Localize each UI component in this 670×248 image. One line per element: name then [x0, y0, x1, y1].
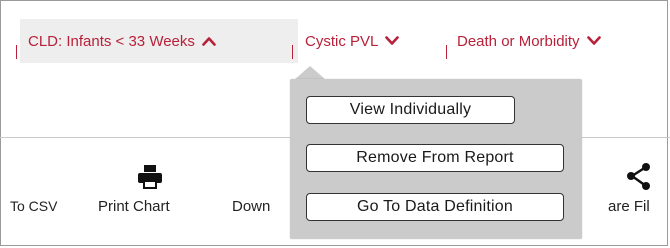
view-individually-button[interactable]: View Individually	[306, 96, 515, 124]
download-button[interactable]: Down	[232, 198, 270, 215]
tab-label: Cystic PVL	[305, 32, 379, 50]
go-to-data-definition-button[interactable]: Go To Data Definition	[306, 193, 564, 221]
tab-separator	[16, 45, 17, 59]
tab-separator	[446, 45, 447, 59]
tab-cystic-pvl[interactable]: Cystic PVL	[305, 19, 400, 63]
tab-cld-infants[interactable]: CLD: Infants < 33 Weeks	[20, 19, 298, 63]
share-icon[interactable]	[626, 163, 652, 196]
chevron-up-icon	[202, 33, 216, 50]
export-csv-button[interactable]: To CSV	[10, 198, 57, 214]
tab-label: CLD: Infants < 33 Weeks	[28, 32, 195, 50]
chevron-down-icon	[586, 33, 601, 50]
popup-pointer	[294, 66, 326, 80]
tab-label: Death or Morbidity	[457, 32, 580, 50]
chevron-down-icon	[385, 33, 400, 50]
tab-separator	[292, 45, 293, 59]
remove-from-report-button[interactable]: Remove From Report	[306, 144, 564, 172]
share-filter-button[interactable]: are Fil	[608, 198, 650, 215]
tab-options-popup: View Individually Remove From Report Go …	[290, 79, 582, 239]
tab-death-morbidity[interactable]: Death or Morbidity	[457, 19, 601, 63]
indicator-tab-bar: CLD: Infants < 33 Weeks Cystic PVL Death…	[0, 19, 670, 63]
printer-icon[interactable]	[137, 164, 163, 195]
print-chart-button[interactable]: Print Chart	[98, 198, 170, 215]
